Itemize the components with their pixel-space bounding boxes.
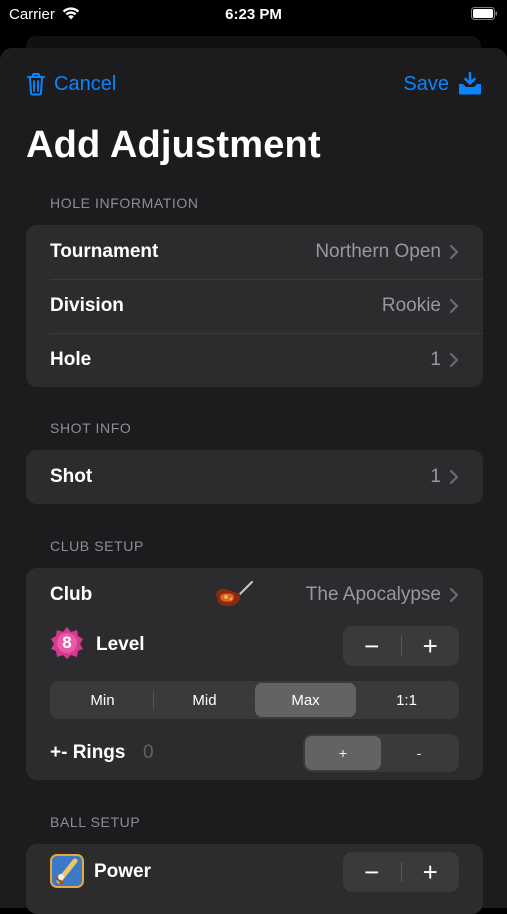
segment-max[interactable]: Max — [255, 683, 356, 717]
page-title: Add Adjustment — [26, 124, 321, 166]
level-stepper: − + — [343, 626, 459, 666]
level-mode-segmented-control: Min Mid Max 1:1 — [50, 681, 459, 719]
battery-icon — [471, 7, 498, 20]
tournament-row[interactable]: Tournament Northern Open — [26, 225, 483, 279]
trash-icon — [27, 73, 45, 96]
tournament-label: Tournament — [50, 241, 159, 262]
power-increment-button[interactable]: + — [402, 852, 460, 892]
level-label: Level — [96, 634, 145, 655]
ball-setup-group: Power − + — [26, 844, 483, 914]
power-decrement-button[interactable]: − — [343, 852, 401, 892]
chevron-right-icon — [449, 352, 459, 368]
cancel-label: Cancel — [54, 72, 117, 95]
save-tray-icon — [459, 72, 481, 95]
chevron-right-icon — [449, 587, 459, 603]
hole-label: Hole — [50, 349, 92, 370]
status-bar: Carrier 6:23 PM — [0, 0, 507, 30]
level-row: 8 Level − + — [26, 622, 483, 672]
power-row: Power − + — [26, 844, 483, 898]
club-setup-group: Club The Apocalypse 8 Level − + Min Mid … — [26, 568, 483, 780]
section-header-club-setup: CLUB SETUP — [50, 538, 144, 554]
club-label: Club — [50, 584, 93, 605]
power-label: Power — [94, 861, 152, 882]
level-decrement-button[interactable]: − — [343, 626, 401, 666]
hole-row[interactable]: Hole 1 — [26, 333, 483, 387]
rings-segmented-control: + - — [303, 734, 459, 772]
segment-min[interactable]: Min — [52, 683, 153, 717]
save-button[interactable]: Save — [403, 72, 483, 96]
chevron-right-icon — [449, 298, 459, 314]
division-label: Division — [50, 295, 124, 316]
hole-info-group: Tournament Northern Open Division Rookie… — [26, 225, 483, 387]
level-increment-button[interactable]: + — [402, 626, 460, 666]
rings-label: +- Rings — [50, 742, 126, 763]
shot-info-group: Shot 1 — [26, 450, 483, 504]
shot-row[interactable]: Shot 1 — [26, 450, 483, 504]
club-value: The Apocalypse — [305, 584, 441, 605]
rings-row: +- Rings 0 + - — [26, 730, 483, 776]
shot-value: 1 — [430, 466, 441, 487]
hole-value: 1 — [430, 349, 441, 370]
tournament-value: Northern Open — [315, 241, 441, 262]
chevron-right-icon — [449, 244, 459, 260]
rings-count: 0 — [143, 742, 154, 763]
power-stepper: − + — [343, 852, 459, 892]
section-header-hole-info: HOLE INFORMATION — [50, 195, 199, 211]
golf-club-icon — [216, 580, 254, 606]
rings-minus-segment[interactable]: - — [381, 736, 457, 770]
segment-mid[interactable]: Mid — [154, 683, 255, 717]
division-value: Rookie — [381, 295, 441, 316]
cancel-button[interactable]: Cancel — [26, 72, 116, 96]
rings-plus-segment[interactable]: + — [305, 736, 381, 770]
section-header-ball-setup: BALL SETUP — [50, 814, 141, 830]
clock: 6:23 PM — [225, 6, 282, 23]
shot-label: Shot — [50, 466, 93, 487]
division-row[interactable]: Division Rookie — [26, 279, 483, 333]
section-header-shot-info: SHOT INFO — [50, 420, 132, 436]
chevron-right-icon — [449, 469, 459, 485]
club-row[interactable]: Club The Apocalypse — [26, 568, 483, 622]
power-ball-icon — [50, 854, 84, 888]
level-badge-number: 8 — [62, 633, 72, 652]
segment-1to1[interactable]: 1:1 — [356, 683, 457, 717]
save-label: Save — [403, 72, 449, 95]
